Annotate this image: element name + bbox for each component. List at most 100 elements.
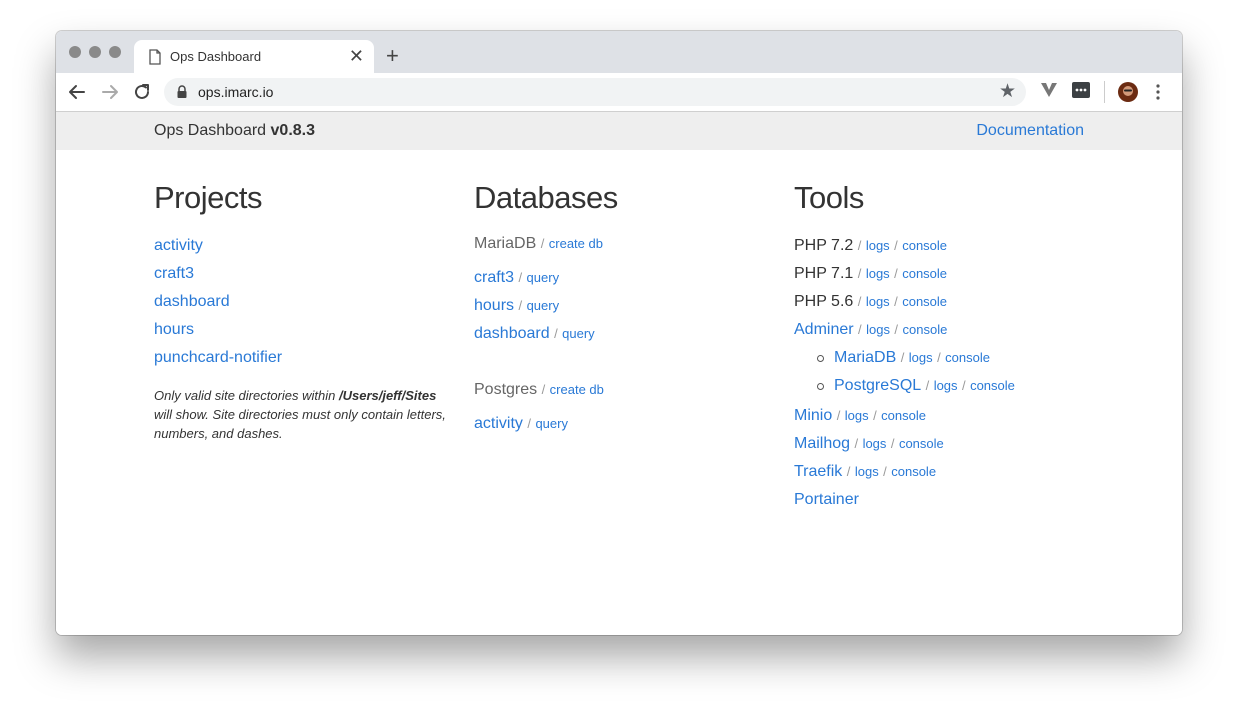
close-tab-icon[interactable]: ✕ bbox=[349, 46, 364, 66]
reload-icon[interactable] bbox=[131, 81, 153, 103]
project-link[interactable]: craft3 bbox=[154, 265, 194, 282]
logs-link[interactable]: logs bbox=[934, 378, 958, 393]
postgres-create-db-link[interactable]: create db bbox=[550, 382, 604, 397]
db-link[interactable]: hours bbox=[474, 297, 514, 314]
tool-name: PHP 7.1 bbox=[794, 265, 854, 282]
postgres-label: Postgres bbox=[474, 381, 538, 398]
tab-title: Ops Dashboard bbox=[170, 49, 262, 64]
logs-link[interactable]: logs bbox=[855, 464, 879, 479]
documentation-link[interactable]: Documentation bbox=[976, 122, 1084, 140]
avatar[interactable] bbox=[1118, 82, 1138, 102]
projects-heading: Projects bbox=[154, 180, 262, 215]
minimize-window-button[interactable] bbox=[89, 46, 101, 58]
tools-column: Tools PHP 7.2 / logs / console PHP 7.1 /… bbox=[794, 180, 1015, 514]
zoom-window-button[interactable] bbox=[109, 46, 121, 58]
adminer-link[interactable]: Adminer bbox=[794, 321, 854, 338]
tool-name: PHP 5.6 bbox=[794, 293, 854, 310]
bullet-icon bbox=[817, 383, 824, 390]
db-row: hours / query bbox=[474, 297, 560, 314]
tool-row-adminer: Adminer / logs / console bbox=[794, 321, 948, 338]
browser-tab[interactable]: Ops Dashboard ✕ bbox=[134, 40, 374, 73]
page-content: Ops Dashboard v0.8.3 Documentation Proje… bbox=[56, 112, 1182, 635]
console-link[interactable]: console bbox=[902, 238, 947, 253]
query-link[interactable]: query bbox=[562, 326, 595, 341]
tab-strip: Ops Dashboard ✕ + bbox=[56, 31, 1182, 73]
db-row: craft3 / query bbox=[474, 269, 560, 286]
console-link[interactable]: console bbox=[945, 350, 990, 365]
tool-row-minio: Minio / logs / console bbox=[794, 407, 926, 424]
console-link[interactable]: console bbox=[899, 436, 944, 451]
project-link[interactable]: dashboard bbox=[154, 293, 230, 310]
adminer-sub-mariadb: MariaDB / logs / console bbox=[794, 344, 1015, 372]
db-row: activity / query bbox=[474, 415, 568, 432]
bullet-icon bbox=[817, 355, 824, 362]
app-version: v0.8.3 bbox=[270, 122, 315, 139]
logs-link[interactable]: logs bbox=[866, 238, 890, 253]
brand: Ops Dashboard v0.8.3 bbox=[154, 122, 315, 140]
adminer-mariadb-link[interactable]: MariaDB bbox=[834, 349, 896, 366]
db-link[interactable]: activity bbox=[474, 415, 523, 432]
console-link[interactable]: console bbox=[903, 322, 948, 337]
logs-link[interactable]: logs bbox=[909, 350, 933, 365]
browser-toolbar: ops.imarc.io ★ bbox=[56, 73, 1182, 112]
tool-row-php56: PHP 5.6 / logs / console bbox=[794, 293, 948, 310]
tools-heading: Tools bbox=[794, 180, 864, 215]
logs-link[interactable]: logs bbox=[863, 436, 887, 451]
adminer-postgresql-link[interactable]: PostgreSQL bbox=[834, 377, 921, 394]
browser-window: Ops Dashboard ✕ + ops.imarc.io ★ Ops Das… bbox=[56, 31, 1182, 635]
logs-link[interactable]: logs bbox=[845, 408, 869, 423]
star-icon[interactable]: ★ bbox=[999, 81, 1016, 103]
console-link[interactable]: console bbox=[881, 408, 926, 423]
postgres-group-header: Postgres / create db bbox=[474, 381, 604, 398]
lock-icon bbox=[177, 85, 187, 98]
kebab-menu-icon[interactable] bbox=[1154, 83, 1162, 101]
toolbar-divider bbox=[1104, 81, 1105, 103]
arrow-right-icon[interactable] bbox=[99, 81, 121, 103]
sites-path: /Users/jeff/Sites bbox=[338, 388, 437, 403]
projects-note: Only valid site directories within /User… bbox=[154, 388, 446, 441]
console-link[interactable]: console bbox=[902, 266, 947, 281]
mailhog-link[interactable]: Mailhog bbox=[794, 435, 850, 452]
tool-row-php71: PHP 7.1 / logs / console bbox=[794, 265, 948, 282]
minio-link[interactable]: Minio bbox=[794, 407, 832, 424]
databases-column: Databases MariaDB / create db craft3 / q… bbox=[474, 180, 618, 438]
url-text: ops.imarc.io bbox=[198, 84, 274, 100]
extension-v-icon[interactable] bbox=[1040, 81, 1058, 99]
query-link[interactable]: query bbox=[527, 270, 560, 285]
tool-row-mailhog: Mailhog / logs / console bbox=[794, 435, 944, 452]
console-link[interactable]: console bbox=[902, 294, 947, 309]
new-tab-icon[interactable]: + bbox=[386, 44, 399, 68]
top-navbar: Ops Dashboard v0.8.3 Documentation bbox=[56, 112, 1182, 150]
traefik-link[interactable]: Traefik bbox=[794, 463, 842, 480]
address-bar[interactable]: ops.imarc.io ★ bbox=[164, 78, 1026, 106]
logs-link[interactable]: logs bbox=[866, 294, 890, 309]
tool-name: PHP 7.2 bbox=[794, 237, 854, 254]
tool-row-portainer: Portainer bbox=[794, 486, 1015, 514]
db-link[interactable]: craft3 bbox=[474, 269, 514, 286]
mariadb-create-db-link[interactable]: create db bbox=[549, 236, 603, 251]
db-row: dashboard / query bbox=[474, 325, 595, 342]
project-link[interactable]: activity bbox=[154, 237, 203, 254]
logs-link[interactable]: logs bbox=[866, 266, 890, 281]
logs-link[interactable]: logs bbox=[866, 322, 890, 337]
db-link[interactable]: dashboard bbox=[474, 325, 550, 342]
portainer-link[interactable]: Portainer bbox=[794, 491, 859, 508]
tool-row-traefik: Traefik / logs / console bbox=[794, 463, 937, 480]
console-link[interactable]: console bbox=[970, 378, 1015, 393]
console-link[interactable]: console bbox=[891, 464, 936, 479]
app-name: Ops Dashboard bbox=[154, 122, 267, 139]
arrow-left-icon[interactable] bbox=[66, 81, 88, 103]
project-link[interactable]: hours bbox=[154, 321, 194, 338]
databases-heading: Databases bbox=[474, 180, 618, 215]
adminer-sub-postgresql: PostgreSQL / logs / console bbox=[794, 372, 1015, 400]
query-link[interactable]: query bbox=[527, 298, 560, 313]
project-link[interactable]: punchcard-notifier bbox=[154, 349, 282, 366]
extension-dots-icon[interactable] bbox=[1072, 81, 1090, 99]
projects-column: Projects activity craft3 dashboard hours… bbox=[154, 180, 449, 443]
query-link[interactable]: query bbox=[535, 416, 568, 431]
page-icon bbox=[149, 49, 161, 65]
close-window-button[interactable] bbox=[69, 46, 81, 58]
mariadb-group-header: MariaDB / create db bbox=[474, 235, 603, 252]
tool-row-php72: PHP 7.2 / logs / console bbox=[794, 237, 948, 254]
mariadb-label: MariaDB bbox=[474, 235, 537, 252]
